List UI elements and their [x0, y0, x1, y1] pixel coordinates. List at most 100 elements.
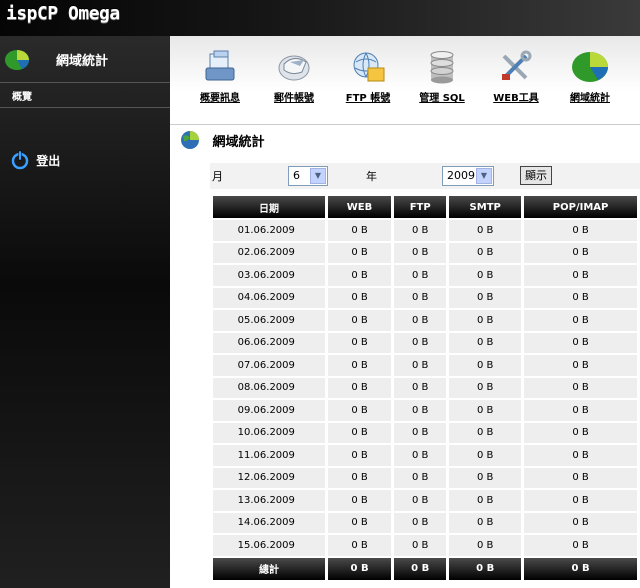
cell-date: 13.06.2009	[213, 490, 325, 511]
chevron-down-icon[interactable]: ▼	[476, 168, 492, 184]
cell-web: 0 B	[327, 400, 392, 421]
cell-ftp: 0 B	[394, 220, 447, 241]
mail-icon	[258, 50, 330, 87]
toolbar-label[interactable]: 網域統計	[554, 89, 626, 104]
cell-date: 09.06.2009	[213, 400, 325, 421]
date-filter-bar: 月 6 ▼ 年 2009 ▼ 顯示	[210, 163, 640, 189]
table-row: 15.06.2009 0 B0 B0 B0 B	[213, 535, 637, 556]
table-row: 11.06.2009 0 B0 B0 B0 B	[213, 445, 637, 466]
column-header-pop-imap: POP/IMAP	[524, 196, 637, 218]
cell-pop-imap: 0 B	[524, 355, 637, 376]
table-row: 05.06.2009 0 B0 B0 B0 B	[213, 310, 637, 331]
table-row: 10.06.2009 0 B0 B0 B0 B	[213, 422, 637, 443]
cell-pop-imap: 0 B	[524, 445, 637, 466]
cell-web: 0 B	[327, 445, 392, 466]
table-row: 03.06.2009 0 B0 B0 B0 B	[213, 265, 637, 286]
table-row: 06.06.2009 0 B0 B0 B0 B	[213, 332, 637, 353]
total-web: 0 B	[327, 557, 392, 580]
toolbar-ftp-button[interactable]: FTP 帳號	[332, 50, 404, 104]
cell-ftp: 0 B	[394, 512, 447, 533]
table-row: 04.06.2009 0 B0 B0 B0 B	[213, 287, 637, 308]
sidebar-item-label[interactable]: 概覽	[12, 88, 32, 103]
ftp-icon	[332, 50, 404, 87]
toolbar-label[interactable]: 郵件帳號	[258, 89, 330, 104]
toolbar-label[interactable]: 管理 SQL	[406, 89, 478, 104]
table-row: 14.06.2009 0 B0 B0 B0 B	[213, 512, 637, 533]
toolbar-webtools-button[interactable]: WEB工具	[480, 50, 552, 104]
cell-date: 10.06.2009	[213, 422, 325, 443]
total-ftp: 0 B	[394, 557, 447, 580]
cell-pop-imap: 0 B	[524, 377, 637, 398]
month-select-value: 6	[293, 169, 300, 182]
cell-pop-imap: 0 B	[524, 242, 637, 263]
page-title-text: 網域統計	[212, 135, 265, 150]
table-row: 01.06.2009 0 B0 B0 B0 B	[213, 220, 637, 241]
toolbar-label[interactable]: 概要訊息	[184, 89, 256, 104]
logout-link[interactable]: 登出	[10, 150, 60, 170]
toolbar: 概要訊息 郵件帳號 FTP 帳號 管理 SQL WEB工具 網域統計	[170, 36, 640, 125]
toolbar-overview-button[interactable]: 概要訊息	[184, 50, 256, 104]
total-label: 總計	[213, 557, 325, 580]
cell-ftp: 0 B	[394, 332, 447, 353]
cell-smtp: 0 B	[449, 467, 522, 488]
cell-web: 0 B	[327, 512, 392, 533]
cell-smtp: 0 B	[449, 287, 522, 308]
column-header-smtp: SMTP	[449, 196, 522, 218]
power-icon	[10, 150, 36, 170]
chevron-down-icon[interactable]: ▼	[310, 168, 326, 184]
cell-pop-imap: 0 B	[524, 310, 637, 331]
toolbar-label[interactable]: WEB工具	[480, 89, 552, 104]
cell-ftp: 0 B	[394, 467, 447, 488]
pie-chart-icon	[4, 49, 30, 74]
toolbar-mail-button[interactable]: 郵件帳號	[258, 50, 330, 104]
cell-date: 06.06.2009	[213, 332, 325, 353]
cell-date: 05.06.2009	[213, 310, 325, 331]
table-row: 08.06.2009 0 B0 B0 B0 B	[213, 377, 637, 398]
cell-smtp: 0 B	[449, 535, 522, 556]
cell-web: 0 B	[327, 220, 392, 241]
cell-ftp: 0 B	[394, 422, 447, 443]
cell-pop-imap: 0 B	[524, 265, 637, 286]
total-smtp: 0 B	[449, 557, 522, 580]
cell-smtp: 0 B	[449, 490, 522, 511]
total-row: 總計 0 B 0 B 0 B 0 B	[213, 557, 637, 580]
cell-smtp: 0 B	[449, 332, 522, 353]
sidebar-title-label: 網域統計	[56, 54, 109, 69]
cell-web: 0 B	[327, 467, 392, 488]
cell-pop-imap: 0 B	[524, 287, 637, 308]
cell-ftp: 0 B	[394, 445, 447, 466]
toolbar-label[interactable]: FTP 帳號	[332, 89, 404, 104]
cell-date: 15.06.2009	[213, 535, 325, 556]
database-icon	[406, 50, 478, 87]
table-row: 09.06.2009 0 B0 B0 B0 B	[213, 400, 637, 421]
year-select[interactable]: 2009 ▼	[442, 166, 494, 186]
cell-pop-imap: 0 B	[524, 400, 637, 421]
show-button[interactable]: 顯示	[520, 166, 552, 185]
cell-pop-imap: 0 B	[524, 332, 637, 353]
month-label: 月	[212, 170, 223, 183]
sidebar-title: 網域統計	[0, 36, 170, 83]
logout-label[interactable]: 登出	[36, 154, 60, 168]
sidebar-item-overview[interactable]: 概覽	[0, 83, 170, 108]
traffic-table: 日期 WEB FTP SMTP POP/IMAP 01.06.2009 0 B0 …	[210, 194, 640, 582]
cell-ftp: 0 B	[394, 242, 447, 263]
cell-pop-imap: 0 B	[524, 467, 637, 488]
cell-smtp: 0 B	[449, 310, 522, 331]
column-header-ftp: FTP	[394, 196, 447, 218]
cell-ftp: 0 B	[394, 400, 447, 421]
cell-smtp: 0 B	[449, 512, 522, 533]
cell-smtp: 0 B	[449, 355, 522, 376]
cell-smtp: 0 B	[449, 377, 522, 398]
globe-stats-icon	[180, 131, 213, 150]
year-select-value: 2009	[447, 169, 475, 182]
cell-date: 04.06.2009	[213, 287, 325, 308]
toolbar-stats-button[interactable]: 網域統計	[554, 50, 626, 104]
toolbar-sql-button[interactable]: 管理 SQL	[406, 50, 478, 104]
cell-web: 0 B	[327, 535, 392, 556]
month-select[interactable]: 6 ▼	[288, 166, 328, 186]
year-label: 年	[366, 170, 377, 183]
table-header-row: 日期 WEB FTP SMTP POP/IMAP	[213, 196, 637, 218]
cell-date: 01.06.2009	[213, 220, 325, 241]
cell-pop-imap: 0 B	[524, 220, 637, 241]
cell-pop-imap: 0 B	[524, 535, 637, 556]
